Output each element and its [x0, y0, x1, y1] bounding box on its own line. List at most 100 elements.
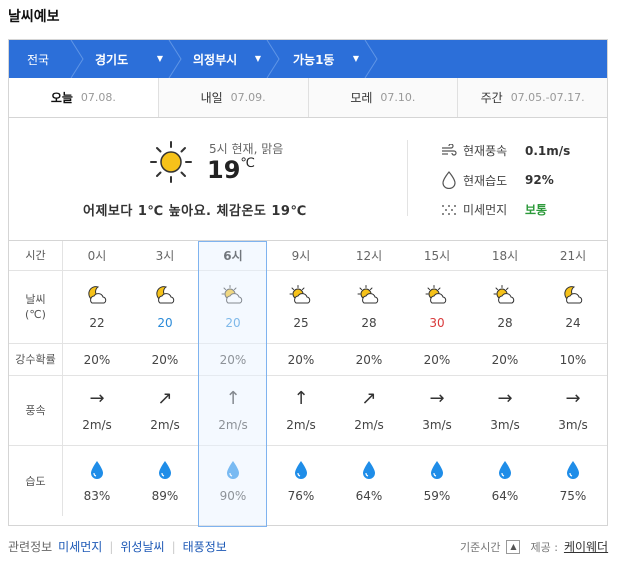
humidity-row: 습도 83% 89% 90% 76% 64% 59% 64% 75% [9, 446, 607, 516]
wind-row: 풍속 → 2m/s ↗ 2m/s ↑ 2m/s ↑ 2m/s ↗ 2m/s → 3m/s → 3m/s → 3… [9, 376, 607, 446]
wind-direction-arrow-icon: → [497, 387, 513, 409]
breadcrumb-item-province[interactable]: 경기도 ▼ [77, 40, 182, 78]
time-row: 시간 0시 3시 6시 9시 12시 15시 18시 21시 [9, 241, 607, 271]
tab-date: 07.05.-07.17. [510, 91, 585, 104]
rain-probability: 20% [355, 352, 383, 367]
humidity-value: 75% [559, 488, 587, 503]
temperature-value: 28 [361, 315, 377, 330]
tab-date: 07.09. [230, 91, 266, 104]
tab-day-after[interactable]: 모레 07.10. [307, 78, 458, 117]
base-time-toggle-button[interactable]: ▲ [506, 539, 521, 554]
breadcrumb-item-district[interactable]: 가능1동 ▼ [273, 40, 378, 78]
tab-tomorrow[interactable]: 내일 07.09. [157, 78, 308, 117]
row-header-time: 시간 [9, 241, 63, 270]
weather-header-unit: (℃) [25, 308, 46, 321]
dust-icon [442, 204, 456, 215]
moon-cloud-icon [84, 285, 110, 308]
link-typhoon[interactable]: 태풍정보 [183, 538, 227, 555]
water-drop-icon [565, 460, 581, 483]
temperature-value: 28 [497, 315, 513, 330]
wind-speed: 2m/s [286, 417, 316, 432]
divider [407, 140, 408, 216]
wind-cell: → 2m/s [63, 376, 131, 445]
current-dust[interactable]: 미세먼지 보통 [441, 201, 547, 218]
wind-label: 현재풍속 [463, 144, 508, 158]
weather-cells: 22 20 20 25 28 30 28 24 [63, 271, 607, 343]
weather-header-label: 날씨 [25, 293, 46, 306]
time-cell: 0시 [87, 249, 107, 263]
current-temp-unit: ℃ [240, 156, 256, 171]
yesterday-comparison: 어제보다 1℃ 높아요. 체감온도 19℃ [83, 204, 307, 219]
wind-cell: ↑ 2m/s [199, 376, 267, 445]
temperature-value: 24 [565, 315, 581, 330]
tab-label: 오늘 [50, 91, 73, 105]
dust-value: 보통 [525, 203, 548, 217]
tab-label: 주간 [480, 91, 503, 105]
weather-row: 날씨 (℃) 22 20 20 25 28 30 28 24 [9, 271, 607, 344]
footer-right: 기준시간 ▲ 제공 : 케이웨더 [460, 538, 608, 555]
caret-down-icon: ▼ [352, 54, 359, 63]
temperature-value: 25 [293, 315, 309, 330]
time-cell: 12시 [355, 249, 383, 263]
wind-cell: → 3m/s [403, 376, 471, 445]
time-cell: 15시 [423, 249, 451, 263]
provider-link[interactable]: 케이웨더 [564, 538, 608, 555]
humidity-cell: 64% [471, 446, 539, 516]
row-header-rain: 강수확률 [9, 344, 63, 375]
weather-cell: 25 [267, 271, 335, 343]
wind-cell: → 3m/s [539, 376, 607, 445]
current-humidity: 현재습도 92% [441, 171, 554, 189]
rain-probability: 20% [491, 352, 519, 367]
wind-cell: ↗ 2m/s [131, 376, 199, 445]
region-breadcrumb: 전국 경기도 ▼ 의정부시 ▼ 가능1동 ▼ [9, 40, 607, 78]
humidity-cell: 64% [335, 446, 403, 516]
related-links: 관련정보 미세먼지 | 위성날씨 | 태풍정보 [8, 538, 227, 555]
wind-speed: 3m/s [422, 417, 452, 432]
breadcrumb-label: 경기도 [95, 52, 129, 67]
wind-direction-arrow-icon: ↑ [293, 387, 309, 409]
humidity-value: 92% [525, 173, 554, 187]
row-header-wind: 풍속 [9, 376, 63, 445]
tab-date: 07.08. [80, 91, 116, 104]
rain-probability: 20% [151, 352, 179, 367]
wind-cell: ↗ 2m/s [335, 376, 403, 445]
wind-direction-arrow-icon: → [89, 387, 105, 409]
wind-cell: ↑ 2m/s [267, 376, 335, 445]
weather-cell: 28 [335, 271, 403, 343]
chevron-separator-icon [70, 40, 84, 78]
time-cell: 3시 [155, 249, 175, 263]
divider: | [171, 539, 176, 554]
humidity-value: 64% [355, 488, 383, 503]
wind-direction-arrow-icon: → [565, 387, 581, 409]
water-drop-icon [429, 460, 445, 483]
row-header-weather: 날씨 (℃) [9, 271, 63, 343]
link-fine-dust[interactable]: 미세먼지 [58, 538, 102, 555]
link-satellite[interactable]: 위성날씨 [120, 538, 164, 555]
wind-speed: 2m/s [354, 417, 384, 432]
sun-cloud-icon [288, 284, 314, 308]
tab-today[interactable]: 오늘 07.08. [9, 78, 158, 117]
dust-label: 미세먼지 [463, 203, 508, 217]
wind-speed: 3m/s [490, 417, 520, 432]
moon-cloud-icon [152, 285, 178, 308]
sun-icon [150, 141, 192, 183]
date-tabs: 오늘 07.08. 내일 07.09. 모레 07.10. 주간 07.05.-… [9, 78, 607, 118]
breadcrumb-label: 전국 [27, 52, 50, 67]
wind-value: 0.1m/s [525, 143, 571, 158]
tab-label: 모레 [350, 91, 373, 105]
tab-weekly[interactable]: 주간 07.05.-07.17. [457, 78, 607, 117]
time-cells: 0시 3시 6시 9시 12시 15시 18시 21시 [63, 241, 607, 270]
water-drop-icon [497, 460, 513, 483]
rain-probability: 20% [423, 352, 451, 367]
wind-speed: 2m/s [150, 417, 180, 432]
humidity-cell: 59% [403, 446, 471, 516]
breadcrumb-item-nation[interactable]: 전국 [9, 40, 84, 78]
breadcrumb-item-city[interactable]: 의정부시 ▼ [175, 40, 280, 78]
humidity-value: 59% [423, 488, 451, 503]
time-cell: 18시 [491, 249, 519, 263]
weather-cell: 20 [131, 271, 199, 343]
humidity-cell: 90% [199, 446, 267, 516]
temperature-value: 20 [225, 315, 241, 330]
weather-cell: 28 [471, 271, 539, 343]
caret-down-icon: ▼ [254, 54, 261, 63]
